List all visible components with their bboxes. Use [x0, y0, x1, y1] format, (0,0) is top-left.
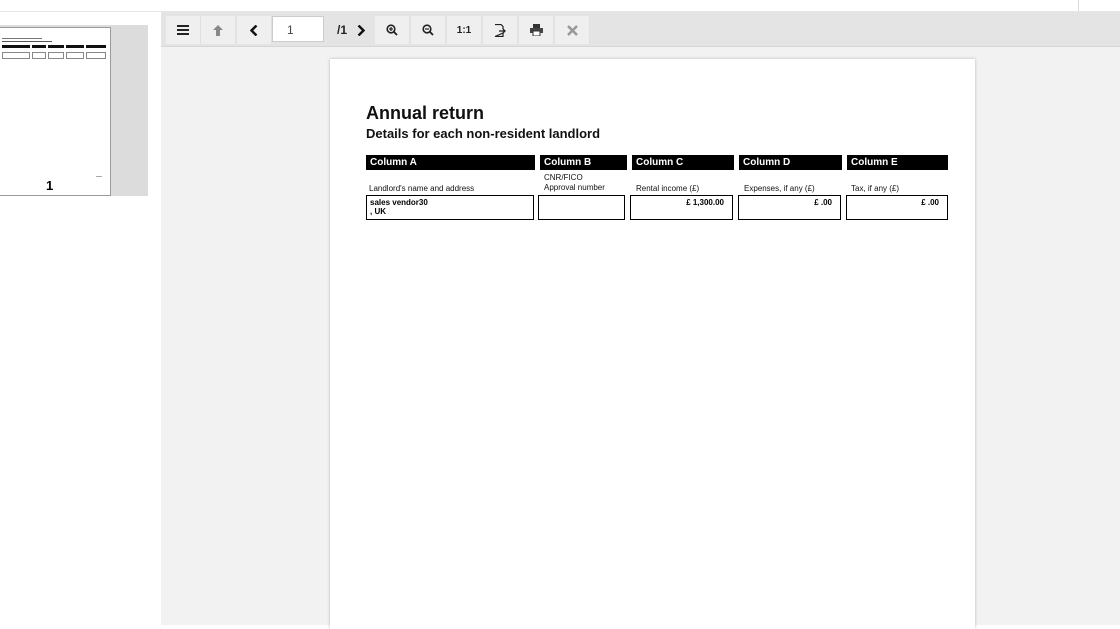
- actual-size-icon: 1:1: [456, 24, 472, 36]
- previous-page-button[interactable]: [237, 16, 272, 44]
- thumbnail-mini-cell: [66, 52, 84, 59]
- close-icon: [566, 24, 578, 36]
- page-number-input[interactable]: 1: [272, 16, 324, 42]
- thumbnail-mini-cell: [2, 52, 30, 59]
- next-page-button[interactable]: [353, 16, 369, 44]
- document-subtitle: Details for each non-resident landlord: [366, 126, 601, 141]
- arrow-up-icon: [213, 24, 223, 36]
- top-strip: [0, 0, 1120, 12]
- printer-icon: [529, 24, 543, 36]
- export-icon: [494, 23, 506, 37]
- column-c-label: Rental income (£): [636, 184, 700, 193]
- document-page: Annual return Details for each non-resid…: [330, 59, 975, 629]
- zoom-in-button[interactable]: [375, 16, 410, 44]
- thumbnail-mini-header: [86, 45, 106, 48]
- zoom-out-button[interactable]: [411, 16, 446, 44]
- menu-icon: [177, 25, 189, 35]
- thumbnail-page-number: 1: [46, 178, 54, 193]
- landlord-name: sales vendor30: [370, 198, 428, 207]
- first-page-button[interactable]: [201, 16, 236, 44]
- thumbnail-mini-title: [2, 38, 42, 39]
- thumbnail-mini-cell: [48, 52, 64, 59]
- column-d-value: £ .00: [738, 195, 841, 220]
- column-c-value: £ 1,300.00: [630, 195, 733, 220]
- export-button[interactable]: [483, 16, 518, 44]
- chevron-left-icon: [250, 24, 258, 36]
- thumbnail-mini-header: [32, 45, 46, 48]
- chevron-right-icon: [357, 24, 365, 36]
- thumbnail-page-preview[interactable]: 1: [0, 27, 111, 196]
- thumbnail-mini-subtitle: [2, 41, 52, 42]
- page-count: /1: [337, 23, 348, 37]
- zoom-out-icon: [422, 24, 434, 36]
- column-e-header: Column E: [847, 155, 948, 170]
- column-b-label-line2: Approval number: [544, 183, 605, 192]
- document-title: Annual return: [366, 103, 485, 123]
- column-a-value: sales vendor30 , UK: [366, 195, 534, 220]
- menu-button[interactable]: [166, 16, 201, 44]
- top-divider: [1078, 0, 1079, 11]
- column-a-header: Column A: [366, 155, 535, 170]
- thumbnail-mini-cell: [32, 52, 46, 59]
- thumbnail-mini-cell: [86, 52, 106, 59]
- column-e-label: Tax, if any (£): [851, 184, 900, 193]
- thumbnail-mini-header: [48, 45, 64, 48]
- viewer-toolbar: 1 /1 1:1: [161, 12, 1120, 47]
- actual-size-button[interactable]: 1:1: [447, 16, 482, 44]
- thumbnail-page-1[interactable]: 1: [0, 25, 148, 196]
- print-button[interactable]: [519, 16, 554, 44]
- column-d-header: Column D: [739, 155, 842, 170]
- column-e-value: £ .00: [846, 195, 948, 220]
- landlord-address: , UK: [370, 207, 386, 216]
- column-a-label: Landlord's name and address: [369, 184, 475, 193]
- thumbnail-mini-footer: [96, 176, 102, 177]
- thumbnail-sidebar: 1: [0, 12, 161, 625]
- column-b-header: Column B: [540, 155, 627, 170]
- column-b-value: [538, 195, 625, 220]
- thumbnail-mini-header: [2, 45, 30, 48]
- pdf-viewer: 1 /1 1:1 Annual return Details for each …: [161, 12, 1120, 629]
- column-d-label: Expenses, if any (£): [744, 184, 815, 193]
- close-button[interactable]: [555, 16, 590, 44]
- column-c-header: Column C: [632, 155, 734, 170]
- zoom-in-icon: [386, 24, 398, 36]
- column-b-label-line1: CNR/FICO: [544, 173, 583, 182]
- thumbnail-mini-header: [66, 45, 84, 48]
